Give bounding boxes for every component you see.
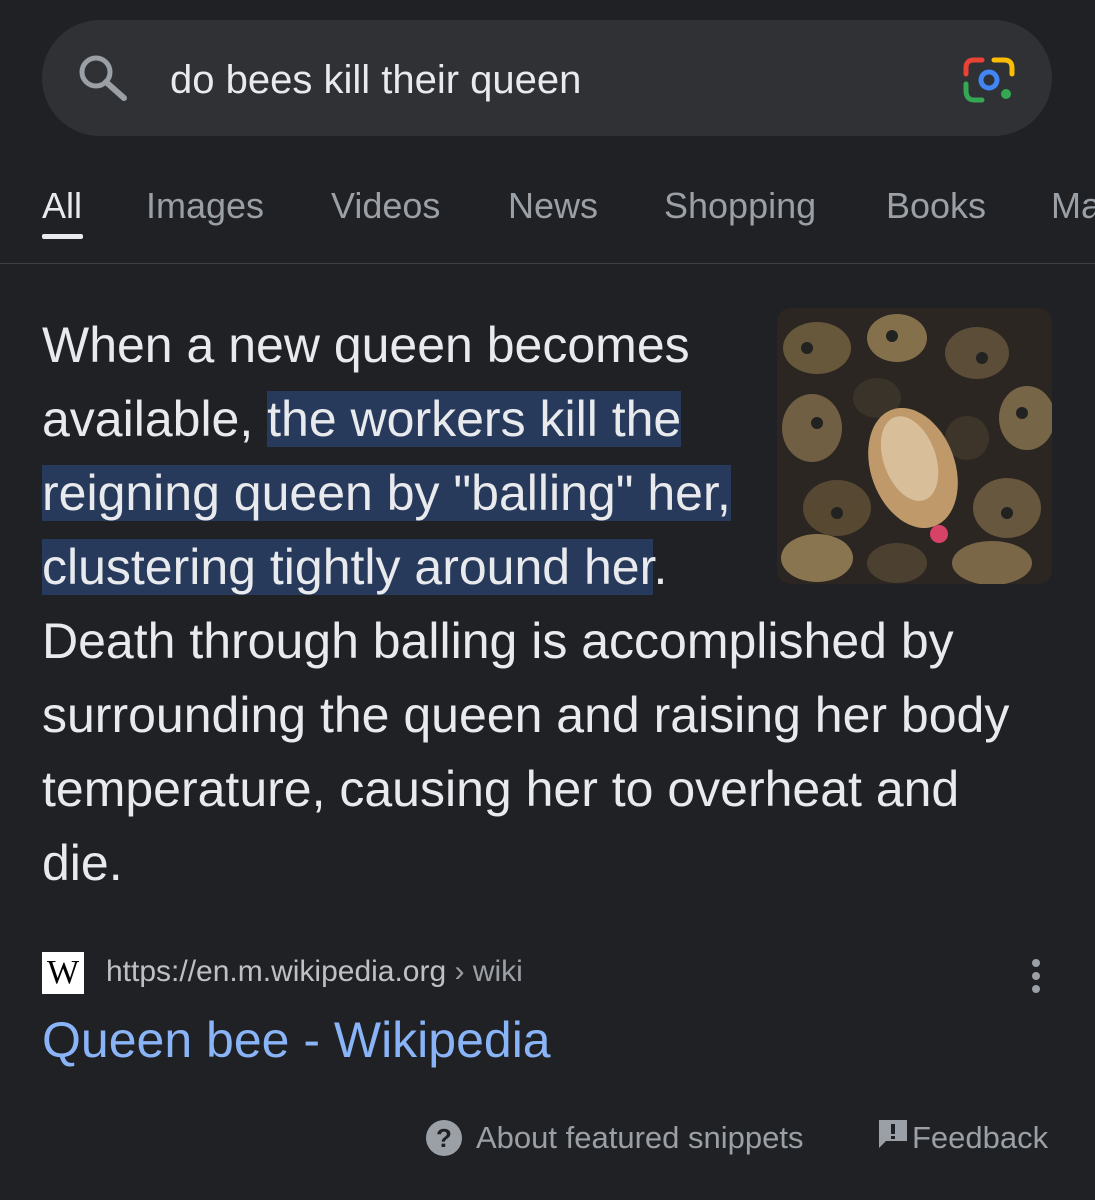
tab-videos[interactable]: Videos xyxy=(331,184,440,228)
feedback-label: Feedback xyxy=(912,1120,1049,1155)
result-title-link[interactable]: Queen bee - Wikipedia xyxy=(42,1010,551,1070)
feedback-button[interactable]: Feedback xyxy=(876,1118,1048,1158)
tab-maps[interactable]: Ma xyxy=(1051,184,1095,228)
search-icon[interactable] xyxy=(78,54,130,107)
search-results-page: do bees kill their queen All Images Vide… xyxy=(0,0,1095,1200)
search-tabs: All Images Videos News Shopping Books Ma xyxy=(0,180,1095,264)
tab-all[interactable]: All xyxy=(42,184,82,228)
source-domain: https://en.m.wikipedia.org xyxy=(106,955,447,988)
more-options-icon[interactable] xyxy=(1026,958,1046,999)
tab-shopping[interactable]: Shopping xyxy=(664,184,816,228)
feedback-icon xyxy=(876,1117,910,1159)
search-input[interactable]: do bees kill their queen xyxy=(170,56,581,104)
tab-images[interactable]: Images xyxy=(146,184,264,228)
tab-books[interactable]: Books xyxy=(886,184,986,228)
help-icon: ? xyxy=(426,1120,462,1156)
tab-news[interactable]: News xyxy=(508,184,598,228)
active-tab-indicator xyxy=(42,234,83,239)
about-label: About featured snippets xyxy=(476,1120,804,1155)
google-lens-icon[interactable] xyxy=(962,56,1018,109)
featured-snippet: When a new queen becomes available, the … xyxy=(42,308,1052,900)
wikipedia-logo-icon: W xyxy=(42,952,84,994)
snippet-thumbnail[interactable] xyxy=(777,308,1052,584)
about-featured-snippets[interactable]: ? About featured snippets xyxy=(426,1118,803,1158)
source-breadcrumb: › wiki xyxy=(446,955,523,988)
divider xyxy=(0,263,1095,264)
source-url[interactable]: https://en.m.wikipedia.org › wiki xyxy=(106,954,523,990)
